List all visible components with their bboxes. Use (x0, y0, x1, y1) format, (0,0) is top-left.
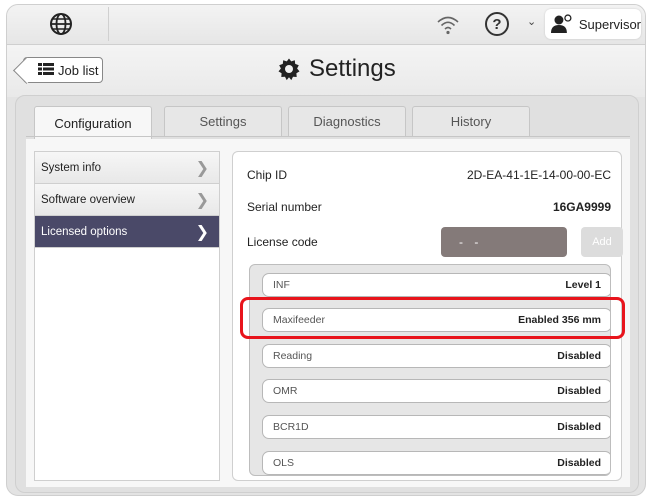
option-row-ols[interactable]: OLS Disabled (262, 451, 610, 475)
chip-id-row: Chip ID 2D-EA-41-1E-14-00-00-EC (247, 168, 611, 182)
user-label: Supervisor (578, 16, 641, 32)
serial-number-label: Serial number (247, 200, 322, 214)
license-code-label: License code (247, 235, 318, 249)
chevron-right-icon: ❯ (195, 191, 209, 209)
menu-item-label: Licensed options (41, 225, 128, 238)
option-value: Disabled (557, 350, 601, 362)
option-name: Reading (273, 350, 313, 362)
tab-label: History (450, 114, 492, 129)
user-menu-button[interactable]: Supervisor (545, 9, 641, 39)
option-value: Disabled (557, 457, 601, 469)
main-panel: Configuration Settings Diagnostics Histo… (15, 95, 639, 493)
menu-item-label: System info (41, 161, 102, 174)
maxifeeder-highlight (240, 297, 625, 339)
add-button[interactable]: Add (581, 227, 623, 257)
tab-history[interactable]: History (412, 106, 530, 136)
job-list-button[interactable]: Job list (23, 57, 103, 83)
top-bar: ? ⌄ Supervisor (7, 5, 645, 45)
language-button[interactable] (13, 7, 109, 41)
serial-number-value: 16GA9999 (552, 200, 611, 214)
tab-label: Settings (199, 114, 247, 129)
option-row-omr[interactable]: OMR Disabled (262, 379, 610, 403)
options-list: INF Level 1 Maxifeeder Enabled 356 mm Re… (249, 264, 611, 476)
option-value: Disabled (557, 421, 601, 433)
add-button-label: Add (592, 236, 612, 248)
tab-label: Diagnostics (313, 114, 381, 129)
menu-item-label: Software overview (41, 193, 135, 206)
option-row-inf[interactable]: INF Level 1 (262, 273, 610, 297)
user-settings-icon (551, 14, 572, 33)
globe-icon (49, 13, 72, 35)
side-menu: System info ❯ Software overview ❯ Licens… (34, 151, 220, 481)
wifi-icon (435, 13, 461, 37)
job-list-icon (38, 62, 54, 78)
option-name: BCR1D (273, 421, 309, 433)
option-row-bcr1d[interactable]: BCR1D Disabled (262, 415, 610, 439)
option-name: INF (273, 279, 290, 291)
page-title: Settings (277, 55, 396, 83)
tab-settings[interactable]: Settings (164, 106, 282, 136)
tab-diagnostics[interactable]: Diagnostics (288, 106, 406, 136)
chevron-down-icon[interactable]: ⌄ (527, 15, 536, 28)
license-code-input[interactable]: - - (441, 227, 567, 257)
job-list-label: Job list (58, 62, 99, 78)
license-code-value: - - (459, 235, 483, 249)
help-icon[interactable]: ? (485, 12, 509, 36)
page-header: Job list Settings (7, 45, 645, 97)
app-window: ? ⌄ Supervisor Job list Settings Configu… (6, 4, 646, 496)
option-name: OMR (273, 385, 298, 397)
chip-id-value: 2D-EA-41-1E-14-00-00-EC (466, 168, 611, 182)
serial-number-row: Serial number 16GA9999 (247, 200, 611, 214)
menu-item-licensed-options[interactable]: Licensed options ❯ (35, 216, 219, 248)
menu-item-system-info[interactable]: System info ❯ (35, 152, 219, 184)
page-title-text: Settings (309, 55, 396, 82)
chevron-right-icon: ❯ (195, 159, 209, 177)
chip-id-label: Chip ID (247, 168, 288, 182)
tab-configuration[interactable]: Configuration (34, 106, 152, 139)
option-value: Disabled (557, 385, 601, 397)
gear-icon (278, 58, 300, 81)
tab-label: Configuration (54, 115, 132, 131)
chevron-right-icon: ❯ (195, 223, 209, 241)
tab-divider (26, 136, 630, 137)
option-value: Level 1 (565, 279, 601, 291)
option-name: OLS (273, 457, 295, 469)
menu-item-software-overview[interactable]: Software overview ❯ (35, 184, 219, 216)
option-row-reading[interactable]: Reading Disabled (262, 344, 610, 368)
